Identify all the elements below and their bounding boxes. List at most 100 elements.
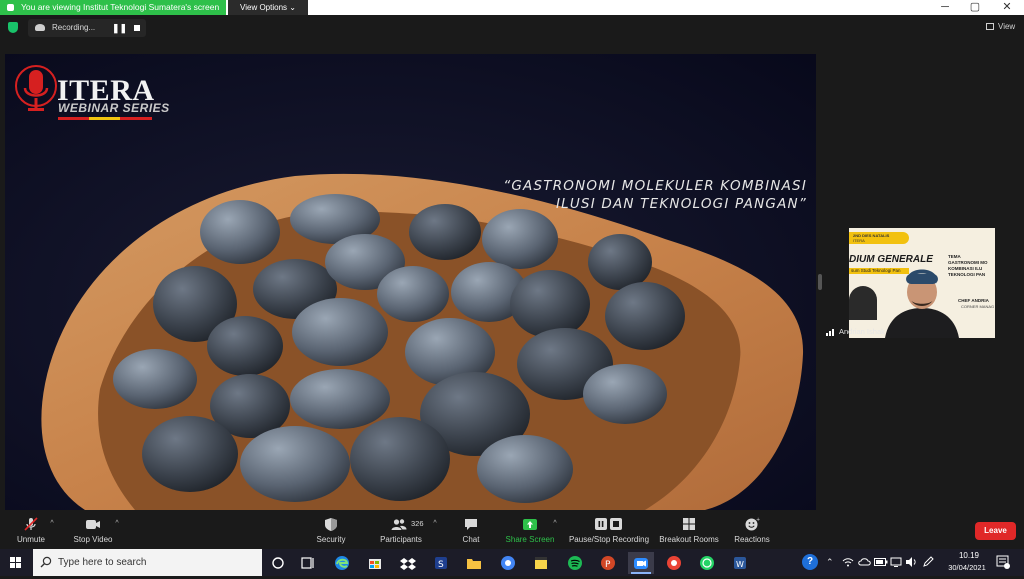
view-button[interactable]: View: [998, 19, 1015, 35]
app-s-icon: S: [435, 557, 447, 570]
sticky-note-icon: [535, 557, 547, 569]
powerpoint-icon[interactable]: P: [597, 552, 619, 574]
chrome-profile-icon[interactable]: [663, 552, 685, 574]
view-options-button[interactable]: View Options ⌄: [228, 0, 308, 15]
shared-screen: ITERA WEBINAR SERIES “GASTRONOMI MOLEKUL…: [5, 54, 816, 510]
microphone-logo-icon: [15, 65, 57, 111]
breakout-rooms-icon: [683, 518, 695, 530]
share-screen-icon: [523, 519, 537, 530]
speaker-name-label: Andrian Ishak: [839, 327, 885, 336]
tray-overflow-chevron-icon[interactable]: ⌃: [826, 549, 834, 576]
word-icon[interactable]: W: [729, 552, 751, 574]
security-shield-icon: [325, 518, 337, 531]
app-icon-s[interactable]: S: [430, 552, 452, 574]
breakout-rooms-label: Breakout Rooms: [659, 535, 719, 544]
spotify-icon[interactable]: [564, 552, 586, 574]
svg-text:S: S: [438, 560, 444, 570]
speaker-banner-sub: ITERA: [853, 238, 865, 243]
share-banner-text: You are viewing Institut Teknologi Sumat…: [21, 2, 220, 12]
cloud-record-icon: [35, 24, 45, 31]
speaker-person-avatar: [885, 269, 959, 338]
pause-stop-recording-label: Pause/Stop Recording: [568, 535, 650, 544]
reactions-smiley-icon: +: [745, 517, 760, 531]
close-window-button[interactable]: ✕: [996, 0, 1018, 15]
stop-video-button[interactable]: Stop Video: [70, 515, 116, 548]
share-indicator-icon: [7, 4, 14, 11]
zoom-camera-icon: [634, 558, 648, 569]
powerpoint-logo-icon: P: [601, 556, 615, 570]
network-icon[interactable]: [890, 556, 902, 568]
taskbar-clock-date[interactable]: 30/04/2021: [943, 563, 991, 572]
screen-share-banner: You are viewing Institut Teknologi Sumat…: [0, 0, 226, 15]
search-placeholder-text: Type here to search: [58, 557, 147, 568]
taskbar-clock-time[interactable]: 10.19: [949, 551, 989, 560]
stop-video-label: Stop Video: [73, 535, 113, 544]
pen-workspace-icon[interactable]: [922, 556, 934, 568]
store-icon[interactable]: [364, 552, 386, 574]
wifi-icon[interactable]: [842, 556, 854, 568]
recording-status-text: Recording...: [52, 23, 96, 32]
maximize-button[interactable]: ▢: [964, 0, 986, 15]
chat-button[interactable]: Chat: [455, 515, 487, 548]
video-options-caret[interactable]: ^: [113, 520, 121, 528]
view-grid-icon[interactable]: [986, 23, 994, 30]
slide-quote-line-2: ILUSI DAN TEKNOLOGI PANGAN”: [555, 196, 807, 212]
encryption-shield-icon[interactable]: [8, 22, 18, 33]
share-options-caret[interactable]: ^: [551, 520, 559, 528]
dropbox-icon[interactable]: [397, 552, 419, 574]
svg-text:P: P: [605, 560, 611, 570]
share-screen-button[interactable]: Share Screen: [503, 515, 557, 548]
dropbox-logo-icon: [400, 558, 416, 570]
participants-count: 326: [411, 519, 424, 528]
store-bag-icon: [369, 559, 381, 569]
participants-options-caret[interactable]: ^: [431, 520, 439, 528]
reactions-label: Reactions: [734, 535, 770, 544]
battery-icon[interactable]: [874, 557, 888, 567]
chrome-logo-icon: [501, 556, 515, 570]
word-logo-icon: W: [734, 557, 746, 569]
meeting-topbar: [0, 15, 1024, 45]
task-view-icon[interactable]: [297, 552, 319, 574]
speaker-poster-figure: [849, 286, 877, 320]
volume-icon[interactable]: [905, 556, 917, 568]
video-camera-icon: [86, 520, 100, 529]
participants-icon: [391, 519, 407, 530]
chrome-browser-icon[interactable]: [497, 552, 519, 574]
pause-stop-recording-button[interactable]: Pause/Stop Recording: [566, 515, 652, 548]
reactions-button[interactable]: + Reactions: [731, 515, 773, 548]
svg-text:W: W: [736, 560, 744, 569]
breakout-rooms-button[interactable]: Breakout Rooms: [657, 515, 721, 548]
chat-bubble-icon: [465, 519, 477, 530]
stop-recording-icon[interactable]: [130, 21, 144, 35]
sticky-notes-icon[interactable]: [530, 552, 552, 574]
audio-options-caret[interactable]: ^: [48, 520, 56, 528]
webinar-series-label: WEBINAR SERIES: [58, 101, 170, 115]
chat-label: Chat: [462, 535, 480, 544]
minimize-button[interactable]: ─: [934, 0, 956, 15]
windows-start-icon[interactable]: [0, 549, 32, 576]
zoom-app-icon[interactable]: [628, 552, 654, 574]
cloud-sync-icon[interactable]: [858, 556, 872, 568]
help-icon[interactable]: ?: [802, 554, 818, 570]
notifications-icon[interactable]: [996, 555, 1010, 569]
unmute-button[interactable]: Unmute: [10, 515, 52, 548]
security-label: Security: [316, 535, 346, 544]
slide-quote-line-1: “GASTRONOMI MOLEKULER KOMBINASI: [503, 178, 807, 194]
pause-stop-icon: [595, 518, 622, 530]
speaker-video-tile[interactable]: 2ND DIES NATALIS ITERA DIUM GENERALE sum…: [849, 228, 995, 338]
cortana-icon[interactable]: [267, 552, 289, 574]
leave-meeting-button[interactable]: Leave: [975, 522, 1016, 540]
slide-background-image: [5, 54, 816, 510]
security-button[interactable]: Security: [312, 515, 350, 548]
panel-resize-handle[interactable]: [818, 274, 822, 290]
edge-browser-icon[interactable]: [331, 552, 353, 574]
file-explorer-icon[interactable]: [463, 552, 485, 574]
pause-recording-icon[interactable]: ❚❚: [112, 21, 127, 35]
share-screen-label: Share Screen: [505, 535, 555, 544]
whatsapp-icon[interactable]: [696, 552, 718, 574]
whatsapp-logo-icon: [700, 556, 714, 570]
unmute-label: Unmute: [16, 535, 45, 544]
signal-strength-icon: [826, 329, 834, 336]
speaker-chef-sub: CORNER MANAG: [961, 304, 995, 309]
spotify-logo-icon: [568, 556, 582, 570]
